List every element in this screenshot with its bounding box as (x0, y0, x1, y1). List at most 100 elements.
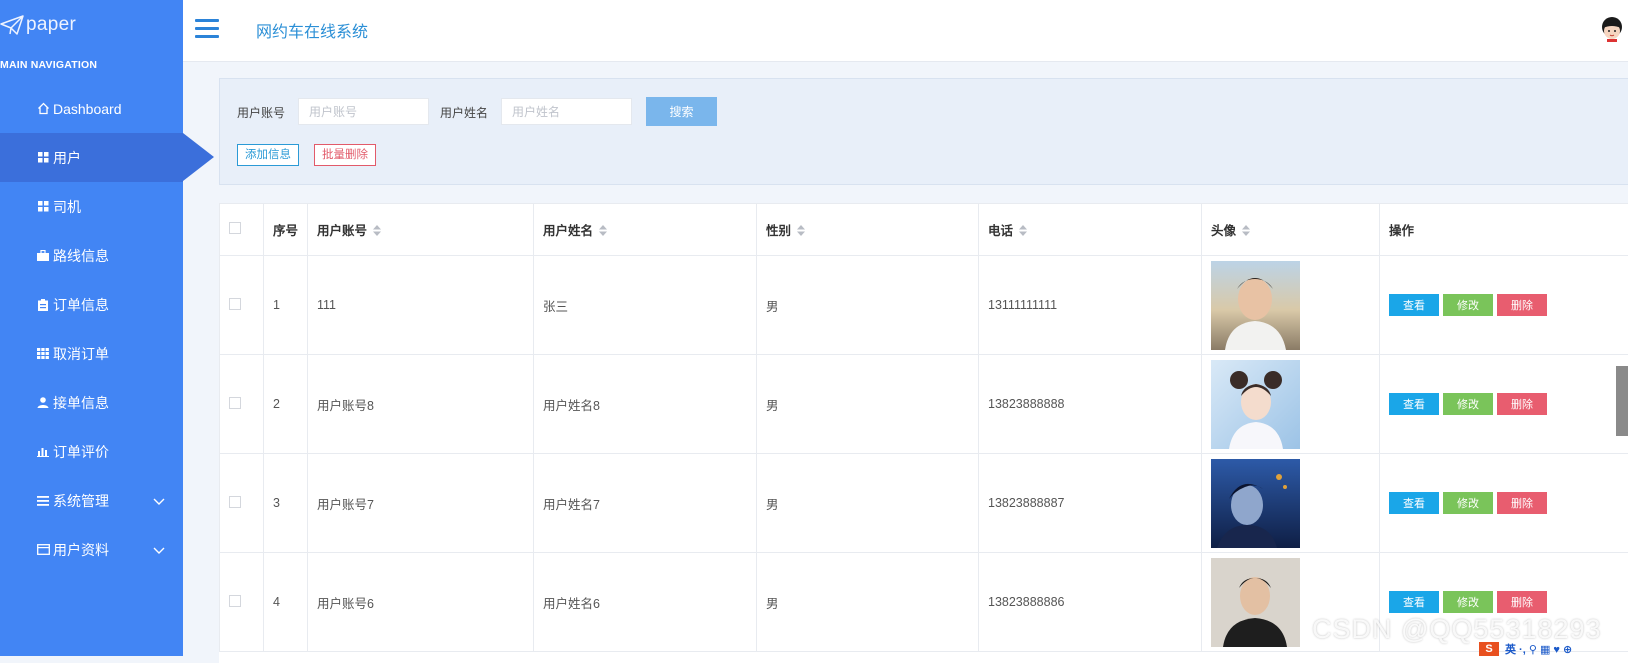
delete-button[interactable]: 删除 (1497, 393, 1547, 415)
column-header-account[interactable]: 用户账号 (308, 204, 534, 256)
select-all-checkbox[interactable] (229, 222, 241, 234)
brand[interactable]: paper (0, 8, 76, 42)
sidebar-item-label: 司机 (53, 197, 81, 217)
ime-logo-icon: S (1479, 642, 1499, 656)
grid-icon (36, 151, 50, 165)
delete-button[interactable]: 删除 (1497, 492, 1547, 514)
row-avatar-cell (1202, 454, 1380, 553)
edit-button[interactable]: 修改 (1443, 591, 1493, 613)
ime-status-text: 英 ·, ⚲ ▦ ♥ ⊕ (1505, 641, 1572, 657)
chevron-down-icon (153, 493, 165, 509)
sidebar-item-cancelled-orders[interactable]: 取消订单 (0, 329, 183, 378)
column-header-name[interactable]: 用户姓名 (534, 204, 757, 256)
search-button[interactable]: 搜索 (646, 97, 717, 126)
delete-button[interactable]: 删除 (1497, 591, 1547, 613)
select-all-cell (220, 204, 264, 256)
column-header-gender[interactable]: 性别 (757, 204, 979, 256)
sidebar-item-order-reviews[interactable]: 订单评价 (0, 427, 183, 476)
batch-delete-button[interactable]: 批量删除 (314, 144, 376, 166)
row-phone: 13111111111 (979, 256, 1202, 355)
account-search-input[interactable] (298, 98, 429, 125)
top-bar: 网约车在线系统 (183, 0, 1628, 62)
sidebar-item-label: 用户资料 (53, 540, 109, 560)
sort-icon[interactable] (1019, 225, 1027, 239)
sidebar-item-label: 系统管理 (53, 491, 109, 511)
user-avatar-photo (1211, 558, 1300, 647)
row-name: 用户姓名8 (534, 355, 757, 454)
ime-toolbar[interactable]: S 英 ·, ⚲ ▦ ♥ ⊕ (1479, 642, 1572, 656)
view-button[interactable]: 查看 (1389, 591, 1439, 613)
sidebar-item-system-management[interactable]: 系统管理 (0, 476, 183, 525)
row-avatar-cell (1202, 256, 1380, 355)
row-actions: 查看修改删除 (1380, 355, 1628, 454)
row-gender: 男 (757, 454, 979, 553)
row-checkbox[interactable] (229, 397, 241, 409)
view-button[interactable]: 查看 (1389, 492, 1439, 514)
briefcase-icon (36, 249, 50, 263)
table-row: 1 111 张三 男 13111111111 查看修改删除 (220, 256, 1628, 355)
row-index: 4 (264, 553, 308, 652)
view-button[interactable]: 查看 (1389, 393, 1439, 415)
edit-button[interactable]: 修改 (1443, 294, 1493, 316)
cartoon-avatar-icon[interactable] (1600, 16, 1624, 42)
sidebar-item-dashboard[interactable]: Dashboard (0, 84, 183, 133)
column-header-index: 序号 (264, 204, 308, 256)
row-name: 用户姓名7 (534, 454, 757, 553)
delete-button[interactable]: 删除 (1497, 294, 1547, 316)
grid-large-icon (36, 347, 50, 361)
user-avatar-photo (1211, 459, 1300, 548)
sidebar-item-accepted-orders[interactable]: 接单信息 (0, 378, 183, 427)
page-scrollbar-thumb[interactable] (1616, 366, 1628, 436)
name-label: 用户姓名 (440, 104, 488, 121)
row-phone: 13823888886 (979, 553, 1202, 652)
column-header-avatar[interactable]: 头像 (1202, 204, 1380, 256)
paper-plane-icon (0, 15, 24, 35)
row-gender: 男 (757, 256, 979, 355)
users-table-container: 序号 用户账号 用户姓名 性别 电话 头像 操作 1 111 张三 男 1311… (219, 203, 1628, 663)
row-account: 用户账号6 (308, 553, 534, 652)
sidebar-item-user-profile[interactable]: 用户资料 (0, 525, 183, 574)
row-name: 张三 (534, 256, 757, 355)
row-checkbox[interactable] (229, 595, 241, 607)
row-actions: 查看修改删除 (1380, 454, 1628, 553)
sort-icon[interactable] (599, 225, 607, 239)
sort-icon[interactable] (1242, 225, 1250, 239)
sort-icon[interactable] (373, 225, 381, 239)
clipboard-icon (36, 298, 50, 312)
sidebar: paper MAIN NAVIGATION Dashboard 用户 司机 路线 (0, 0, 183, 656)
sort-icon[interactable] (797, 225, 805, 239)
nav-section-title: MAIN NAVIGATION (0, 59, 97, 71)
edit-button[interactable]: 修改 (1443, 492, 1493, 514)
row-index: 3 (264, 454, 308, 553)
search-panel: 用户账号 用户姓名 搜索 添加信息 批量删除 (219, 78, 1628, 185)
user-icon (36, 396, 50, 410)
row-index: 1 (264, 256, 308, 355)
sidebar-item-label: 取消订单 (53, 344, 109, 364)
row-checkbox[interactable] (229, 298, 241, 310)
sidebar-item-users[interactable]: 用户 (0, 133, 183, 182)
view-button[interactable]: 查看 (1389, 294, 1439, 316)
add-info-button[interactable]: 添加信息 (237, 144, 299, 166)
sidebar-nav: Dashboard 用户 司机 路线信息 订单信息 (0, 84, 183, 574)
edit-button[interactable]: 修改 (1443, 393, 1493, 415)
chevron-down-icon (153, 542, 165, 558)
sidebar-item-drivers[interactable]: 司机 (0, 182, 183, 231)
sidebar-item-routes[interactable]: 路线信息 (0, 231, 183, 280)
sidebar-item-orders[interactable]: 订单信息 (0, 280, 183, 329)
row-account: 用户账号8 (308, 355, 534, 454)
user-avatar-photo (1211, 261, 1300, 350)
sidebar-item-label: Dashboard (53, 101, 122, 117)
sidebar-item-label: 订单信息 (53, 295, 109, 315)
table-row: 3 用户账号7 用户姓名7 男 13823888887 查看修 (220, 454, 1628, 553)
app-title: 网约车在线系统 (256, 18, 368, 42)
sidebar-item-label: 路线信息 (53, 246, 109, 266)
row-checkbox[interactable] (229, 496, 241, 508)
row-avatar-cell (1202, 355, 1380, 454)
name-search-input[interactable] (501, 98, 632, 125)
table-row: 2 用户账号8 用户姓名8 男 13823888888 查看修 (220, 355, 1628, 454)
hamburger-menu-icon[interactable] (195, 17, 219, 39)
row-account: 111 (308, 256, 534, 355)
list-icon (36, 494, 50, 508)
column-header-phone[interactable]: 电话 (979, 204, 1202, 256)
users-table: 序号 用户账号 用户姓名 性别 电话 头像 操作 1 111 张三 男 1311… (219, 203, 1628, 652)
